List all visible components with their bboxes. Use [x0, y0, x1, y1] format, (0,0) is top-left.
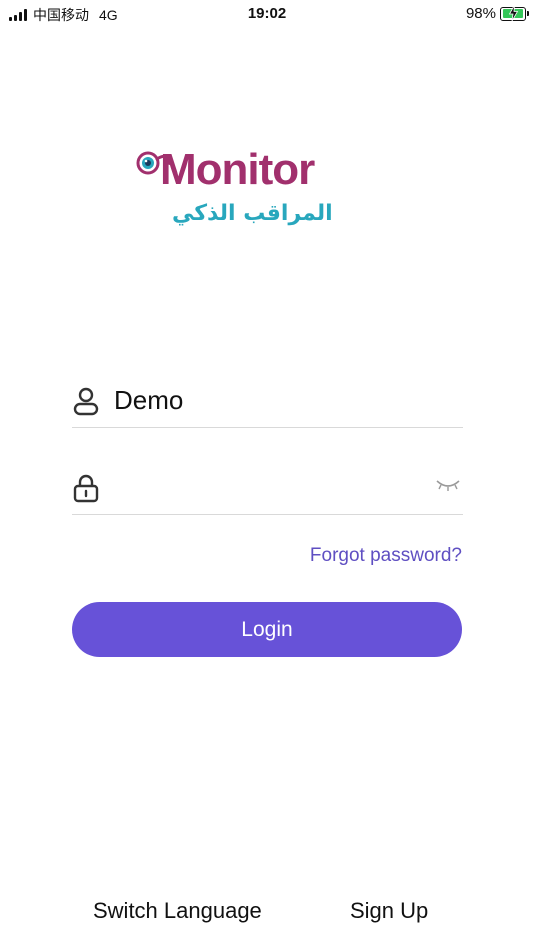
- status-right: 98%: [465, 4, 529, 22]
- battery-cap: [527, 11, 529, 16]
- user-icon: [73, 387, 99, 416]
- battery-icon: [500, 4, 529, 21]
- login-button[interactable]: Login: [72, 602, 462, 657]
- forgot-password-link[interactable]: Forgot password?: [310, 545, 462, 567]
- app-logo: Monitor المراقب الذكي: [136, 145, 380, 240]
- battery-percent: 98%: [465, 5, 496, 22]
- password-field[interactable]: [72, 465, 463, 515]
- status-time: 19:02: [247, 5, 287, 22]
- logo-wordmark: Monitor: [154, 145, 315, 195]
- lock-icon: [73, 474, 99, 503]
- logo-wordmark-text: Monitor: [160, 145, 315, 194]
- switch-language-link[interactable]: Switch Language: [93, 898, 262, 924]
- username-field[interactable]: Demo: [72, 378, 463, 428]
- logo-arabic-tagline: المراقب الذكي: [172, 201, 333, 226]
- username-input[interactable]: Demo: [114, 384, 183, 416]
- eye-closed-icon[interactable]: [435, 475, 461, 495]
- status-bar: 中国移动 4G 19:02 98%: [0, 0, 534, 30]
- sign-up-link[interactable]: Sign Up: [350, 898, 428, 924]
- charging-bolt-icon: [509, 4, 518, 21]
